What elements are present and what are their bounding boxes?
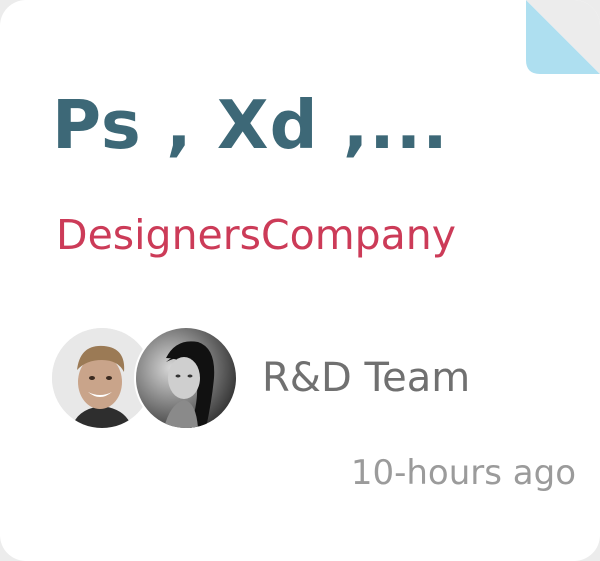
- project-card[interactable]: Ps , Xd ,... DesignersCompany R&D Team 1…: [0, 0, 600, 561]
- page-fold-icon: [526, 0, 600, 74]
- card-title: Ps , Xd ,...: [52, 86, 449, 164]
- avatar-group[interactable]: [52, 326, 242, 430]
- team-name[interactable]: R&D Team: [262, 358, 470, 398]
- avatar[interactable]: [136, 328, 236, 428]
- team-row: R&D Team: [52, 326, 470, 430]
- timestamp: 10-hours ago: [350, 453, 576, 493]
- company-name[interactable]: DesignersCompany: [56, 215, 456, 256]
